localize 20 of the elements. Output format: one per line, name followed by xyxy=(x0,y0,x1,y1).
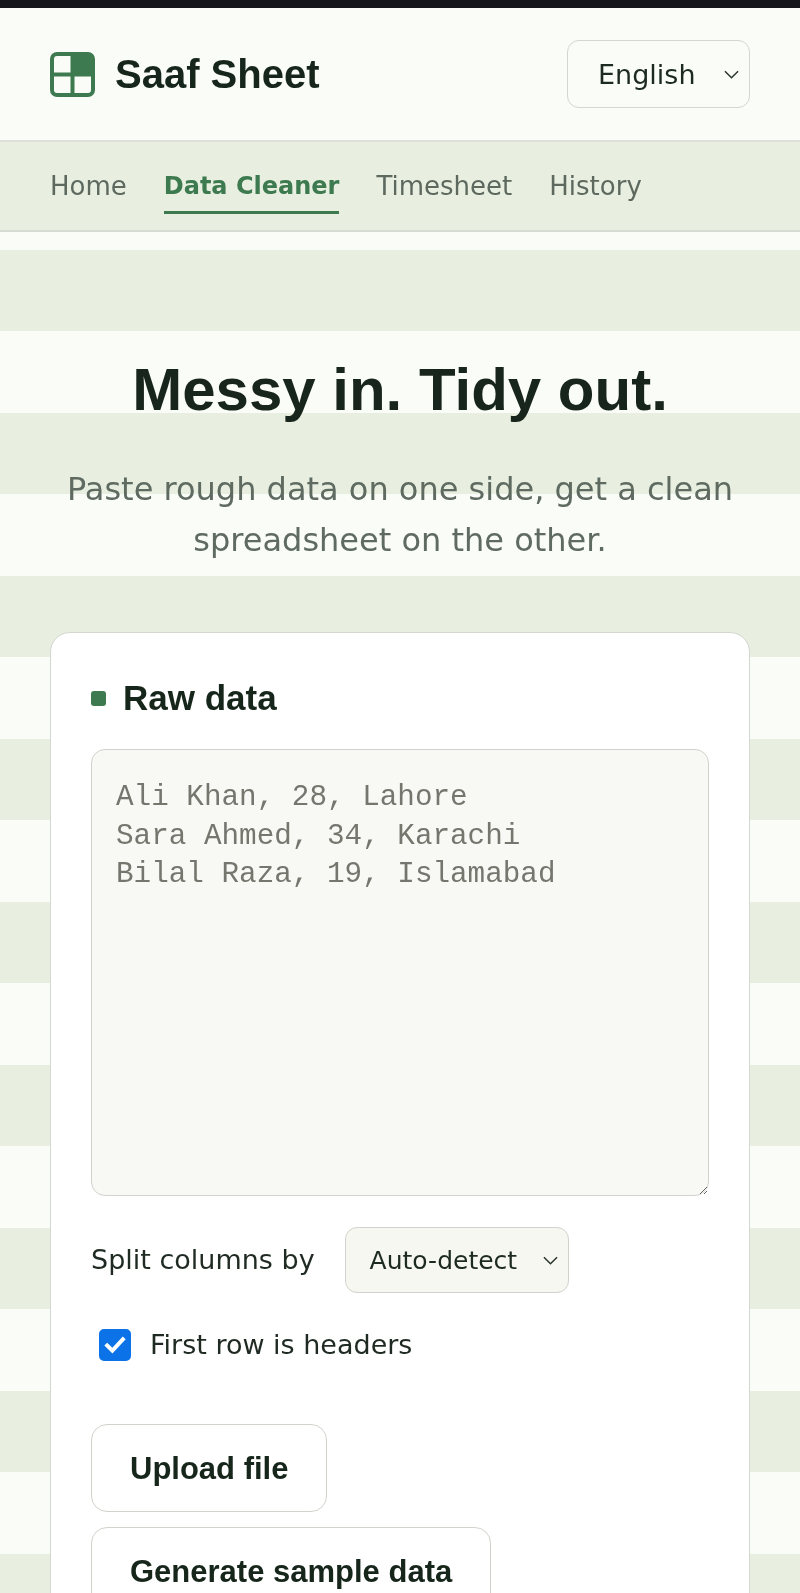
delimiter-select[interactable]: Auto-detect xyxy=(344,1227,569,1293)
hero-title: Messy in. Tidy out. xyxy=(131,355,669,425)
split-label: Split columns by xyxy=(91,1243,315,1277)
nav-tab[interactable]: History xyxy=(549,171,642,214)
generate-sample-button[interactable]: Generate sample data xyxy=(91,1527,492,1593)
chevron-down-icon xyxy=(724,69,739,79)
headers-checkbox[interactable] xyxy=(99,1329,131,1361)
nav-tab[interactable]: Timesheet xyxy=(376,171,513,214)
upload-file-button[interactable]: Upload file xyxy=(91,1424,328,1512)
nav-tab[interactable]: Data Cleaner xyxy=(163,171,340,214)
language-select[interactable]: English xyxy=(567,40,750,108)
chevron-down-icon xyxy=(542,1255,558,1265)
grid-logo-icon xyxy=(50,51,95,97)
raw-data-input[interactable]: Ali Khan, 28, Lahore Sara Ahmed, 34, Karachi Bilal Raza, 19, Islamabad xyxy=(91,749,709,1196)
app-title: Saaf Sheet xyxy=(115,51,320,98)
hero-subtitle: Paste rough data on one side, get a clean spreadsheet on the other. xyxy=(65,469,735,561)
square-marker-icon xyxy=(91,690,106,706)
nav-tab[interactable]: Home xyxy=(50,171,127,214)
checkbox-label: First row is headers xyxy=(150,1328,413,1362)
card-title: Raw data xyxy=(123,678,277,718)
